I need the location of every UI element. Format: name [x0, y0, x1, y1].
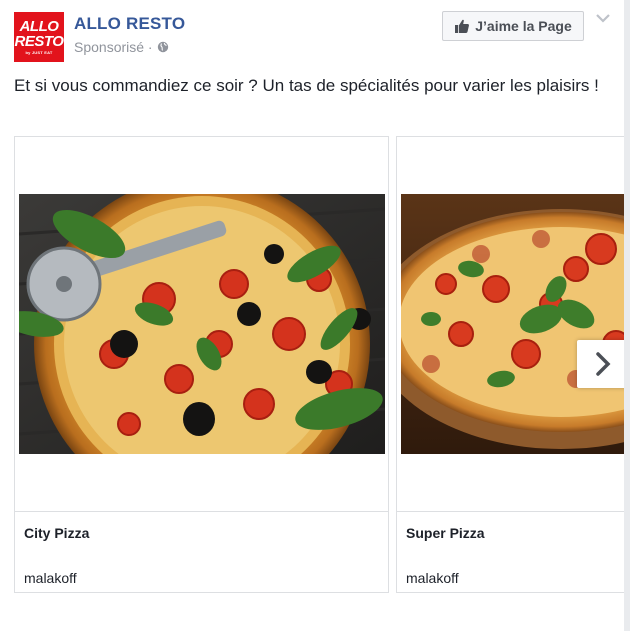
sponsored-post: ALLO RESTO by JUST EAT ALLO RESTO Sponso…	[0, 0, 630, 631]
logo-line-2: RESTO	[14, 33, 64, 50]
carousel[interactable]: City Pizza malakoff Super Pizza malakoff	[14, 136, 630, 596]
card-caption[interactable]: Super Pizza malakoff	[397, 511, 630, 593]
pizza-photo[interactable]	[401, 194, 630, 454]
logo-line-1: ALLO	[19, 18, 59, 35]
thumbs-up-icon	[455, 19, 470, 33]
card-caption[interactable]: City Pizza malakoff	[15, 511, 388, 593]
post-meta: Sponsorisé ·	[74, 39, 169, 55]
card-subtitle: malakoff	[24, 570, 77, 586]
carousel-next-button[interactable]	[577, 340, 629, 388]
page-name-link[interactable]: ALLO RESTO	[74, 14, 185, 34]
card-title[interactable]: City Pizza	[24, 525, 89, 541]
like-page-label: J’aime la Page	[475, 18, 572, 34]
chevron-right-icon	[596, 352, 611, 376]
pizza-image-2	[401, 194, 630, 454]
like-page-button[interactable]: J’aime la Page	[442, 11, 584, 41]
pizza-image-1	[19, 194, 385, 454]
post-text: Et si vous commandiez ce soir ? Un tas d…	[14, 76, 599, 95]
page-logo[interactable]: ALLO RESTO by JUST EAT	[14, 12, 64, 62]
card-subtitle: malakoff	[406, 570, 459, 586]
carousel-card[interactable]: City Pizza malakoff	[14, 136, 389, 593]
card-title[interactable]: Super Pizza	[406, 525, 485, 541]
globe-icon	[157, 41, 168, 53]
sponsored-label[interactable]: Sponsorisé ·	[74, 39, 153, 55]
chevron-down-icon[interactable]	[595, 12, 611, 24]
pizza-photo[interactable]	[19, 194, 385, 454]
logo-line-3: by JUST EAT	[25, 50, 53, 55]
scrollbar-track[interactable]	[624, 0, 630, 631]
